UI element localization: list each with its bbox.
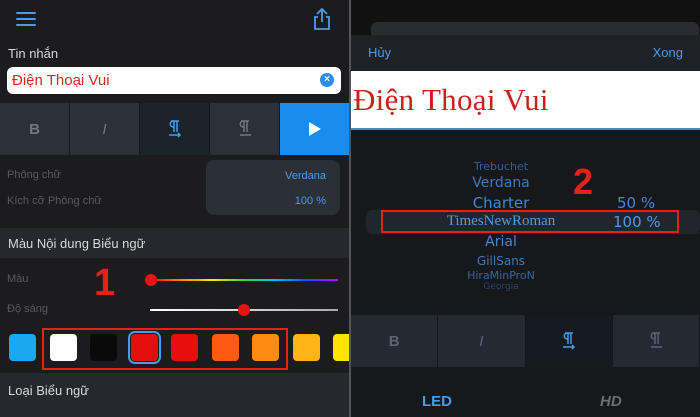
left-top-bar: [0, 0, 349, 38]
color-swatch[interactable]: [292, 334, 320, 361]
font-label: Phông chữ: [7, 169, 61, 181]
share-icon[interactable]: [312, 7, 332, 31]
sheet-italic-button[interactable]: I: [438, 315, 526, 367]
message-input[interactable]: [12, 70, 312, 91]
color-slider-thumb[interactable]: [145, 274, 157, 286]
right-panel: Hủy Xong Điện Thoại Vui Trebuchet Verdan…: [351, 0, 700, 417]
color-swatch[interactable]: [171, 334, 198, 361]
size-option-100[interactable]: 100 %: [613, 213, 661, 231]
step-number-1: 1: [94, 262, 116, 304]
font-option-charter[interactable]: Charter: [351, 194, 651, 212]
italic-button[interactable]: I: [70, 103, 140, 155]
sheet-paragraph-rtl-icon: [650, 332, 662, 348]
paragraph-rtl-icon: [239, 120, 251, 136]
font-option-georgia[interactable]: Georgia: [351, 282, 651, 292]
font-option-trebuchet[interactable]: Trebuchet: [351, 160, 651, 173]
sheet-paragraph-ltr-icon: [562, 332, 575, 350]
preview-text: Điện Thoại Vui: [353, 82, 549, 117]
tab-bar: LED HD: [351, 383, 700, 417]
sheet-rtl-button[interactable]: [612, 315, 700, 367]
format-toolbar: B I: [0, 103, 349, 155]
size-option-50[interactable]: 50 %: [617, 194, 655, 212]
message-label: Tin nhắn: [8, 46, 59, 61]
color-swatch[interactable]: [211, 334, 239, 361]
font-settings-box[interactable]: Verdana 100 %: [206, 160, 340, 215]
font-option-timesnewroman[interactable]: TimesNewRoman: [351, 213, 651, 230]
color-slider-track[interactable]: [150, 279, 338, 281]
font-size-value: 100 %: [294, 195, 326, 207]
left-panel: Tin nhắn × B I Verdana 100 % Phông c: [0, 0, 349, 417]
hamburger-menu-icon[interactable]: [16, 12, 36, 26]
color-swatch[interactable]: [252, 334, 279, 361]
done-button[interactable]: Xong: [653, 45, 683, 60]
font-option-hiraminpron[interactable]: HiraMinProN: [351, 269, 651, 282]
color-swatch[interactable]: [90, 334, 117, 361]
rtl-direction-button[interactable]: [210, 103, 280, 155]
tab-led[interactable]: LED: [422, 393, 452, 410]
font-option-gillsans[interactable]: GillSans: [351, 254, 651, 268]
sheet-ltr-button[interactable]: [525, 315, 613, 367]
step-number-2: 2: [573, 161, 594, 202]
tab-hd[interactable]: HD: [600, 393, 622, 410]
sheet-backdrop: [351, 0, 700, 36]
font-value: Verdana: [285, 170, 326, 182]
brightness-slider-thumb[interactable]: [238, 304, 250, 316]
font-option-arial[interactable]: Arial: [351, 234, 651, 250]
sheet-bold-button[interactable]: B: [351, 315, 439, 367]
sheet-header: Hủy Xong: [351, 35, 700, 71]
clear-text-icon[interactable]: ×: [320, 73, 334, 87]
font-size-label: Kích cỡ Phông chữ: [7, 195, 102, 207]
play-icon: [308, 122, 321, 136]
font-preview: Điện Thoại Vui: [351, 71, 700, 130]
cancel-button[interactable]: Hủy: [368, 45, 391, 60]
color-swatch[interactable]: [9, 334, 36, 361]
color-swatch[interactable]: [49, 334, 77, 361]
color-label: Màu: [7, 273, 29, 285]
banner-color-section: Màu Nội dung Biểu ngữ: [0, 228, 349, 258]
color-swatch[interactable]: [127, 331, 161, 364]
sheet-format-toolbar: B I: [351, 315, 700, 367]
banner-type-heading: Loại Biểu ngữ: [8, 383, 89, 398]
color-swatches: [0, 327, 349, 369]
message-field[interactable]: ×: [7, 67, 341, 94]
banner-type-section: Loại Biểu ngữ: [0, 373, 349, 417]
bold-button[interactable]: B: [0, 103, 70, 155]
paragraph-ltr-icon: [168, 120, 181, 138]
font-option-verdana[interactable]: Verdana: [351, 175, 651, 191]
play-button[interactable]: [280, 103, 349, 155]
brightness-label: Độ sáng: [7, 303, 48, 315]
banner-color-heading: Màu Nội dung Biểu ngữ: [8, 236, 146, 251]
ltr-direction-button[interactable]: [140, 103, 210, 155]
color-swatch[interactable]: [333, 334, 349, 361]
